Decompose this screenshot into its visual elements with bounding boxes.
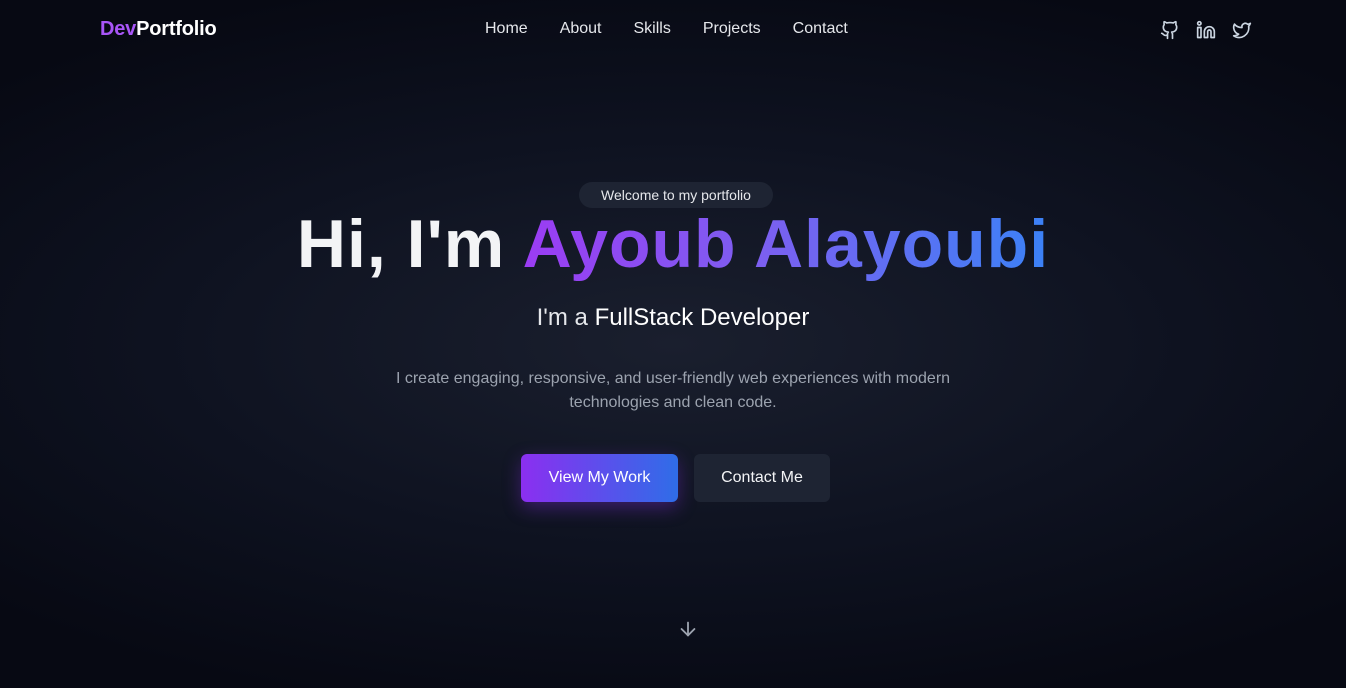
logo[interactable]: DevPortfolio [100,18,217,41]
hero-name: Ayoub Alayoubi [522,206,1050,282]
nav-link-contact[interactable]: Contact [793,20,848,38]
nav-link-about[interactable]: About [560,20,602,38]
role-prefix: I'm a [536,304,595,331]
nav-link-skills[interactable]: Skills [634,20,671,38]
logo-text: Portfolio [136,18,217,40]
linkedin-icon[interactable] [1196,19,1216,41]
arrow-down-icon[interactable] [677,618,699,640]
hero-description: I create engaging, responsive, and user-… [395,370,951,411]
nav-link-projects[interactable]: Projects [703,20,761,38]
twitter-icon[interactable] [1232,19,1252,41]
github-icon[interactable] [1160,19,1180,41]
main-menu: Home About Skills Projects Contact [485,20,848,38]
nav-link-home[interactable]: Home [485,20,528,38]
navbar: DevPortfolio Home About Skills Projects … [0,0,1346,60]
view-my-work-button[interactable]: View My Work [521,454,678,502]
role-title: FullStack Developer [594,304,810,331]
hero-greeting: Hi, I'm [296,206,523,282]
social-links [1160,19,1252,41]
logo-accent: Dev [100,18,137,40]
hero-role: I'm a FullStack Developer [0,302,1346,334]
contact-me-button[interactable]: Contact Me [694,454,830,502]
hero-headline: Hi, I'm Ayoub Alayoubi [0,200,1346,288]
